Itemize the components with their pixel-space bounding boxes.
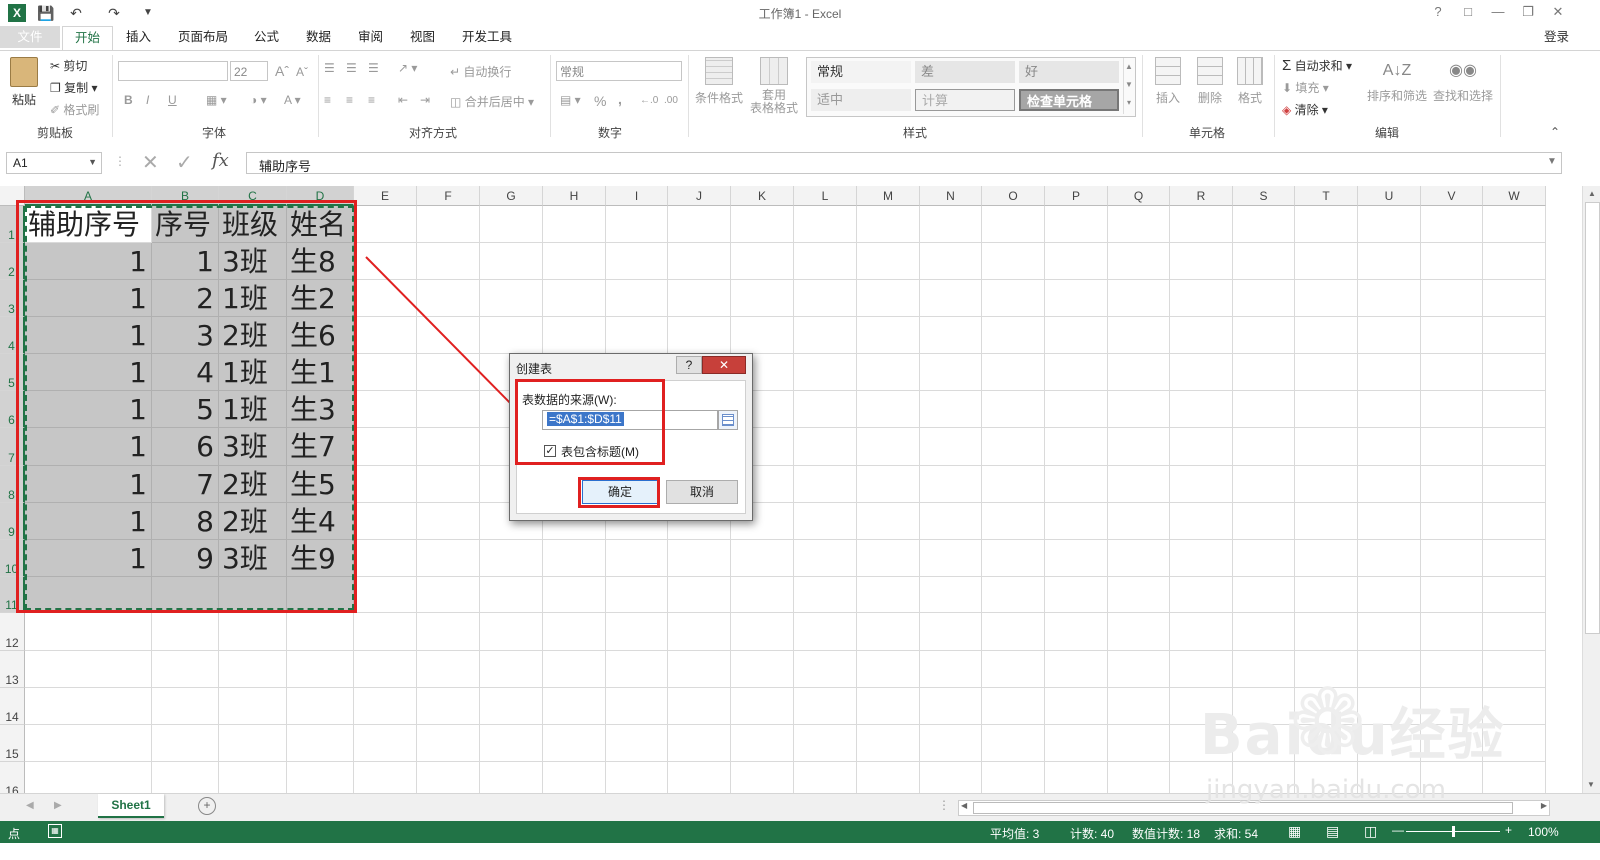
scroll-right-icon[interactable]: ▶: [1541, 801, 1547, 810]
status-bar: 点 ▦ 平均值: 3 计数: 40 数值计数: 18 求和: 54 ▦ ▤ ◫ …: [0, 821, 1600, 843]
sheet-tab-sheet1[interactable]: Sheet1: [98, 794, 164, 818]
cancel-button[interactable]: 取消: [666, 480, 738, 504]
normal-view-icon[interactable]: ▦: [1288, 823, 1301, 840]
zoom-level[interactable]: 100%: [1528, 825, 1559, 839]
status-average: 平均值: 3: [990, 827, 1040, 841]
scroll-sheets-left-icon[interactable]: ◀: [26, 800, 34, 811]
annotation-ok-box: [578, 477, 660, 508]
range-select-icon: [722, 414, 734, 426]
status-sum: 求和: 54: [1214, 827, 1259, 841]
zoom-slider-thumb[interactable]: [1452, 826, 1455, 837]
status-count: 计数: 40: [1070, 827, 1115, 841]
dialog-close-button[interactable]: ✕: [702, 356, 746, 374]
zoom-out-icon[interactable]: —: [1392, 823, 1404, 837]
arrow-to-dialog: [365, 256, 520, 413]
annotation-source-box: [515, 379, 665, 465]
zoom-in-icon[interactable]: +: [1505, 823, 1512, 837]
watermark-url: jingyan.baidu.com: [1206, 775, 1446, 805]
scroll-left-icon[interactable]: ◀: [961, 801, 967, 810]
page-layout-view-icon[interactable]: ▤: [1326, 823, 1339, 840]
watermark-paw-icon: ❁: [1290, 673, 1366, 773]
close-icon: ✕: [718, 358, 730, 372]
sheet-tab-label: Sheet1: [111, 798, 151, 812]
scroll-sheets-right-icon[interactable]: ▶: [54, 800, 62, 811]
collapse-dialog-button[interactable]: [718, 410, 738, 430]
add-sheet-icon[interactable]: +: [198, 797, 216, 815]
status-numeric-count: 数值计数: 18: [1132, 827, 1201, 841]
page-break-view-icon[interactable]: ◫: [1364, 823, 1377, 840]
status-mode: 点: [8, 827, 21, 841]
split-handle-icon[interactable]: ⋮: [938, 798, 950, 812]
window-bottom-edge: [0, 843, 1600, 860]
macro-record-icon[interactable]: ▦: [48, 824, 62, 838]
dialog-title: 创建表: [516, 362, 553, 376]
dialog-help-button[interactable]: ?: [676, 356, 702, 374]
